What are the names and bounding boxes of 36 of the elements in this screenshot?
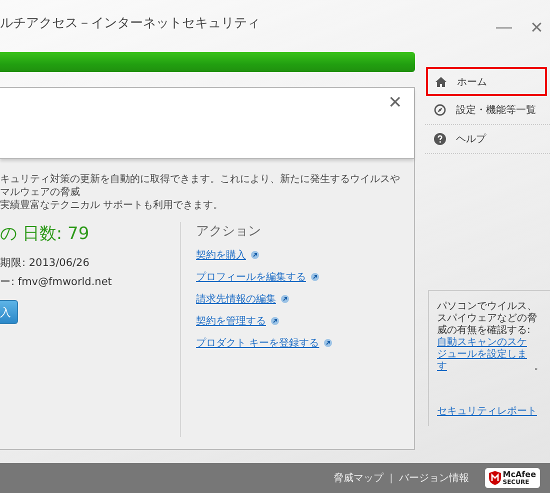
tip-text: パソコンでウイルス、スパイウェアなどの脅威の有無を確認する: xyxy=(437,301,538,337)
period-text: 。 xyxy=(534,361,544,373)
help-icon xyxy=(434,133,446,145)
sidebar-item[interactable]: ホーム xyxy=(426,67,547,96)
close-button[interactable]: ✕ xyxy=(376,88,414,117)
external-link-icon xyxy=(271,317,279,325)
window-title: ルチアクセス－インターネットセキュリティ xyxy=(0,15,260,32)
action-link[interactable]: 契約を購入 xyxy=(196,248,246,262)
close-button[interactable]: ✕ xyxy=(523,18,550,38)
days-remaining: の 日数: 79 xyxy=(0,223,90,245)
description-text: 実績豊富なテクニカル サポートも利用できます。 xyxy=(0,199,224,212)
actions-heading: アクション xyxy=(196,223,262,240)
external-link-icon xyxy=(311,273,319,281)
external-link-icon xyxy=(324,339,332,347)
badge-brand: McAfee xyxy=(502,470,536,478)
buy-button[interactable]: 入 xyxy=(0,300,18,324)
sidebar-item[interactable]: ヘルプ xyxy=(425,125,550,154)
action-link[interactable]: 請求先情報の編集 xyxy=(196,292,276,306)
action-link[interactable]: プロフィールを編集する xyxy=(196,270,306,284)
footer-link[interactable]: 脅威マップ xyxy=(334,471,384,485)
action-link[interactable]: プロダクト キーを登録する xyxy=(196,336,320,350)
compass-icon xyxy=(434,104,446,116)
footer-link[interactable]: バージョン情報 xyxy=(398,471,469,485)
separator: | xyxy=(390,472,393,484)
minimize-button[interactable]: — xyxy=(489,18,519,36)
shield-icon xyxy=(488,471,501,485)
report-link[interactable]: セキュリティレポート xyxy=(437,404,544,418)
schedule-link[interactable]: 自動スキャンのスケジュールを設定します xyxy=(437,337,534,373)
account-email: ー: fmv@fmworld.net xyxy=(0,275,113,289)
home-icon xyxy=(435,76,447,88)
external-link-icon xyxy=(251,251,259,259)
sidebar-item[interactable]: 設定・機能等一覧 xyxy=(425,96,550,125)
action-link[interactable]: 契約を管理する xyxy=(196,314,266,328)
expiry-date: 期限: 2013/06/26 xyxy=(0,256,90,270)
external-link-icon xyxy=(281,295,289,303)
description-text: キュリティ対策の更新を自動的に取得できます。これにより、新たに発生するウイルスやマルウェアの脅威 xyxy=(0,173,401,199)
